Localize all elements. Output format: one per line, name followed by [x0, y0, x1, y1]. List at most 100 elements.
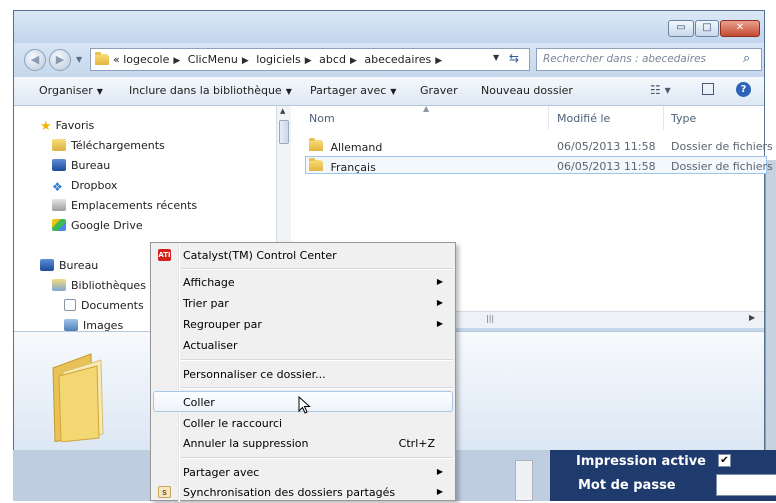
- share-with-button[interactable]: Partager avec ▼: [310, 84, 396, 97]
- recent-pages-dropdown-icon[interactable]: ▼: [76, 55, 82, 64]
- nav-item-libraries[interactable]: Bibliothèques: [52, 279, 146, 292]
- address-bar[interactable]: « logecole ▶ ClicMenu ▶ logiciels ▶ abcd ▶ a…: [90, 48, 530, 71]
- menu-item-undo-delete[interactable]: Annuler la suppression Ctrl+Z: [153, 434, 453, 454]
- new-folder-button[interactable]: Nouveau dossier: [481, 84, 573, 97]
- help-icon[interactable]: ?: [736, 82, 751, 97]
- row-name: Français: [330, 161, 376, 174]
- search-icon[interactable]: ⌕: [743, 51, 750, 66]
- navigation-bar: ◀ ▶ ▼ « logecole ▶ ClicMenu ▶ logiciels ▶ a…: [14, 43, 764, 77]
- dropbox-icon: ❖: [52, 180, 63, 194]
- forward-button[interactable]: ▶: [49, 49, 71, 71]
- menu-separator: [181, 359, 453, 361]
- nav-item-favorites[interactable]: ★ Favoris: [40, 119, 94, 134]
- nav-item-dropbox[interactable]: ❖ Dropbox: [52, 179, 117, 194]
- menu-separator: [181, 387, 453, 389]
- nav-item-recent-places[interactable]: Emplacements récents: [52, 199, 197, 212]
- context-menu: ATI Catalyst(TM) Control Center Affichag…: [150, 242, 456, 503]
- chevron-right-icon[interactable]: ▶: [346, 56, 361, 66]
- menu-item-share-with[interactable]: Partager avec ▶: [153, 463, 453, 483]
- nav-item-documents[interactable]: Documents: [64, 299, 144, 312]
- desktop-icon: [52, 159, 66, 171]
- sort-indicator-icon: ▲: [423, 104, 430, 113]
- password-input[interactable]: [716, 474, 776, 496]
- row-modified: 06/05/2013 11:58: [557, 160, 656, 173]
- title-bar[interactable]: ▭ □ ✕: [14, 11, 764, 43]
- row-type: Dossier de fichiers: [671, 140, 773, 153]
- include-library-button[interactable]: Inclure dans la bibliothèque ▼: [129, 84, 292, 97]
- nav-item-downloads[interactable]: Téléchargements: [52, 139, 165, 152]
- breadcrumb-overflow[interactable]: «: [113, 53, 120, 66]
- submenu-arrow-icon: ▶: [436, 277, 443, 286]
- breadcrumb-item[interactable]: logiciels: [256, 53, 300, 66]
- column-header-modified[interactable]: Modifié le: [557, 112, 610, 125]
- row-name: Allemand: [330, 141, 383, 154]
- address-history-dropdown-icon[interactable]: ▼: [493, 53, 499, 62]
- nav-item-desktop-root[interactable]: Bureau: [40, 259, 98, 272]
- recent-places-icon: [52, 199, 66, 211]
- ati-catalyst-icon: ATI: [158, 249, 171, 261]
- minimize-button[interactable]: ▭: [668, 20, 694, 37]
- menu-separator: [181, 457, 453, 459]
- menu-item-refresh[interactable]: Actualiser: [153, 336, 453, 356]
- documents-icon: [64, 299, 76, 311]
- breadcrumb-item[interactable]: ClicMenu: [188, 53, 238, 66]
- libraries-icon: [52, 279, 66, 291]
- google-drive-icon: [52, 219, 66, 231]
- background-scrollbar[interactable]: [515, 460, 533, 501]
- search-placeholder: Rechercher dans : abecedaires: [543, 53, 706, 65]
- organize-button[interactable]: Organiser ▼: [39, 84, 103, 97]
- scroll-right-icon[interactable]: ▶: [749, 313, 755, 322]
- breadcrumb-item[interactable]: logecole: [123, 53, 169, 66]
- table-row[interactable]: Allemand: [309, 138, 383, 154]
- folder-icon: [309, 158, 323, 171]
- scrollbar-thumb[interactable]: [279, 120, 289, 144]
- star-icon: ★: [40, 119, 52, 134]
- print-active-label: Impression active: [576, 454, 706, 469]
- menu-item-customize-folder[interactable]: Personnaliser ce dossier...: [153, 365, 453, 385]
- column-header-type[interactable]: Type: [671, 112, 696, 125]
- password-label: Mot de passe: [578, 478, 676, 493]
- sync-icon: S: [158, 486, 171, 498]
- column-separator[interactable]: [663, 106, 664, 130]
- chevron-right-icon[interactable]: ▶: [301, 56, 316, 66]
- command-bar: Organiser ▼ Inclure dans la bibliothèque ▼…: [14, 77, 764, 106]
- column-separator[interactable]: [548, 106, 549, 130]
- chevron-down-icon: ▼: [285, 87, 292, 96]
- scrollbar-grip-icon[interactable]: |||: [486, 314, 506, 325]
- menu-item-catalyst[interactable]: ATI Catalyst(TM) Control Center: [153, 246, 453, 266]
- shortcut-label: Ctrl+Z: [398, 437, 435, 450]
- chevron-right-icon[interactable]: ▶: [238, 56, 253, 66]
- menu-item-sync-shared-folders[interactable]: S Synchronisation des dossiers partagés …: [153, 483, 453, 503]
- search-input[interactable]: Rechercher dans : abecedaires ⌕: [536, 48, 762, 71]
- menu-item-view[interactable]: Affichage ▶: [153, 273, 453, 293]
- submenu-arrow-icon: ▶: [436, 487, 443, 496]
- images-icon: [64, 319, 78, 331]
- close-button[interactable]: ✕: [720, 20, 760, 37]
- submenu-arrow-icon: ▶: [436, 298, 443, 307]
- folder-icon: [309, 138, 323, 151]
- refresh-icon[interactable]: ⇆: [509, 51, 519, 65]
- submenu-arrow-icon: ▶: [436, 319, 443, 328]
- column-header-name[interactable]: Nom: [309, 112, 335, 125]
- maximize-button[interactable]: □: [695, 20, 719, 37]
- scroll-up-icon[interactable]: ▲: [280, 107, 285, 115]
- chevron-right-icon[interactable]: ▶: [169, 56, 184, 66]
- breadcrumb-item[interactable]: abcd: [319, 53, 346, 66]
- menu-separator: [181, 268, 453, 270]
- table-row[interactable]: Français: [309, 158, 376, 174]
- menu-item-group-by[interactable]: Regrouper par ▶: [153, 315, 453, 335]
- preview-pane-icon[interactable]: [702, 83, 714, 95]
- chevron-right-icon[interactable]: ▶: [431, 56, 446, 66]
- background-side-panel: [765, 160, 776, 460]
- nav-item-google-drive[interactable]: Google Drive: [52, 219, 143, 232]
- menu-item-sort-by[interactable]: Trier par ▶: [153, 294, 453, 314]
- desktop-icon: [40, 259, 54, 271]
- breadcrumb: « logecole ▶ ClicMenu ▶ logiciels ▶ abcd ▶ a…: [113, 53, 446, 66]
- burn-button[interactable]: Graver: [420, 84, 458, 97]
- print-active-checkbox[interactable]: ✔: [718, 454, 731, 467]
- view-options-icon[interactable]: ☷ ▾: [650, 83, 671, 97]
- back-button[interactable]: ◀: [24, 49, 46, 71]
- menu-item-paste-shortcut[interactable]: Coller le raccourci: [153, 414, 453, 434]
- nav-item-desktop[interactable]: Bureau: [52, 159, 110, 172]
- breadcrumb-item[interactable]: abecedaires: [364, 53, 431, 66]
